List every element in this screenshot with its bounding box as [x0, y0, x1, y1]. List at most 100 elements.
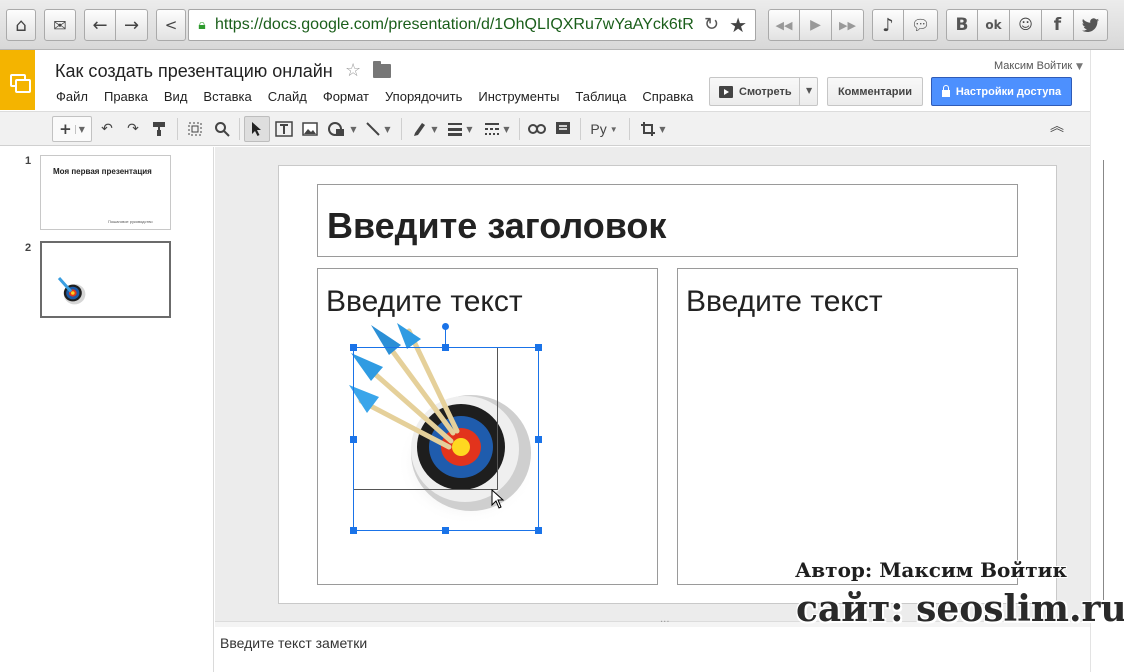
folder-icon[interactable]	[373, 61, 391, 78]
menu-view[interactable]: Вид	[164, 89, 188, 104]
play-icon[interactable]: ▶	[800, 9, 832, 41]
present-label: Смотреть	[739, 85, 792, 98]
document-title[interactable]: Как создать презентацию онлайн	[55, 61, 333, 82]
border-color-icon[interactable]: ▼	[408, 116, 442, 142]
language-label: Ру	[590, 121, 607, 137]
scrollbar-track	[1103, 160, 1104, 600]
lock-icon	[941, 84, 950, 97]
home-icon[interactable]: ⌂	[6, 9, 36, 41]
chat-icon[interactable]: 💬︎	[904, 9, 938, 41]
dartboard-image	[57, 277, 86, 305]
mouse-cursor-icon	[491, 489, 505, 509]
chevron-down-icon[interactable]: ▼	[1076, 62, 1083, 72]
vk-label: B	[955, 15, 969, 35]
rewind-icon[interactable]: ◀◀	[768, 9, 800, 41]
chevron-down-icon[interactable]: ▼	[806, 86, 812, 95]
resize-handle[interactable]	[442, 527, 449, 534]
watermark-site: сайт: seoslim.ru	[796, 588, 1124, 630]
menu-file[interactable]: Файл	[56, 89, 88, 104]
user-account[interactable]: Максим Войтик	[994, 60, 1072, 72]
new-slide-icon[interactable]: + ▼	[52, 116, 92, 142]
slides-panel: 1 Моя первая презентация Пошаговое руков…	[0, 147, 214, 672]
vk-icon[interactable]: B	[946, 9, 978, 41]
share-icon[interactable]: <	[156, 9, 186, 41]
forward-icon[interactable]: →	[116, 9, 148, 41]
menu-table[interactable]: Таблица	[575, 89, 626, 104]
paint-format-icon[interactable]	[149, 116, 169, 142]
menu-tools[interactable]: Инструменты	[478, 89, 559, 104]
star-icon[interactable]: ☆	[345, 60, 361, 81]
title-placeholder[interactable]: Введите заголовок	[317, 184, 1018, 257]
body-placeholder-right[interactable]: Введите текст	[677, 268, 1018, 585]
slides-logo[interactable]	[0, 50, 35, 110]
resize-handle[interactable]	[350, 527, 357, 534]
zoom-icon[interactable]	[211, 116, 233, 142]
resize-handle[interactable]	[535, 527, 542, 534]
star-icon[interactable]: ★	[729, 13, 747, 37]
speaker-notes-input[interactable]: Введите текст заметки	[220, 635, 367, 651]
facebook-icon[interactable]: f	[1042, 9, 1074, 41]
menu-format[interactable]: Формат	[323, 89, 369, 104]
scrollbar[interactable]	[1090, 50, 1124, 672]
grip-icon[interactable]: ···	[660, 617, 670, 628]
menu-insert[interactable]: Вставка	[203, 89, 251, 104]
slide-number: 1	[25, 155, 32, 167]
menu-edit[interactable]: Правка	[104, 89, 148, 104]
resize-handle[interactable]	[535, 436, 542, 443]
menu-help[interactable]: Справка	[642, 89, 693, 104]
music-icon[interactable]: ♪	[872, 9, 904, 41]
resize-handle[interactable]	[535, 344, 542, 351]
menu-arrange[interactable]: Упорядочить	[385, 89, 462, 104]
slide-thumbnail-2[interactable]	[40, 241, 171, 318]
undo-icon[interactable]: ↶	[97, 116, 117, 142]
collapse-icon[interactable]: ︽	[1050, 116, 1068, 138]
url-text[interactable]: https://docs.google.com/presentation/d/1…	[215, 16, 705, 34]
title-placeholder-text: Введите заголовок	[327, 205, 667, 246]
share-button[interactable]: Настройки доступа	[931, 77, 1072, 106]
resize-handle[interactable]	[350, 436, 357, 443]
mail-icon[interactable]: ✉	[44, 9, 76, 41]
fast-forward-icon[interactable]: ▶▶	[832, 9, 864, 41]
zoom-fit-icon[interactable]	[184, 116, 206, 142]
crop-icon[interactable]: ▼	[636, 116, 670, 142]
selection-box	[353, 347, 539, 531]
body-placeholder-text: Введите текст	[686, 285, 883, 318]
comment-icon[interactable]	[552, 116, 574, 142]
resize-handle[interactable]	[350, 344, 357, 351]
fb-label: f	[1053, 15, 1062, 35]
slide-thumbnail-1[interactable]: Моя первая презентация Пошаговое руковод…	[40, 155, 171, 230]
editing-toolbar: + ▼ ↶ ↷ ▼ ▼ ▼ ▼ ▼ Ру ▼ ▼	[0, 111, 1090, 146]
present-icon	[719, 85, 733, 98]
odnoklassniki-icon[interactable]: ok	[978, 9, 1010, 41]
textbox-icon[interactable]	[273, 116, 295, 142]
watermark-author: Автор: Максим Войтик	[795, 558, 1067, 582]
shape-icon[interactable]: ▼	[324, 116, 360, 142]
comments-button[interactable]: Комментарии	[827, 77, 923, 106]
border-dash-icon[interactable]: ▼	[480, 116, 514, 142]
twitter-icon[interactable]	[1074, 9, 1108, 41]
menu-bar: Файл Правка Вид Вставка Слайд Формат Упо…	[56, 89, 709, 104]
slide-canvas[interactable]: Введите заголовок Введите текст Введите …	[278, 165, 1057, 604]
reload-icon[interactable]: ↻	[704, 14, 719, 35]
rotation-handle[interactable]	[442, 323, 449, 330]
resize-handle[interactable]	[442, 344, 449, 351]
select-icon[interactable]	[244, 116, 270, 142]
friends-icon[interactable]: ☺	[1010, 9, 1042, 41]
url-field[interactable]: 🔒︎ https://docs.google.com/presentation/…	[188, 9, 756, 41]
slide-number: 2	[25, 242, 32, 254]
border-weight-icon[interactable]: ▼	[443, 116, 477, 142]
browser-toolbar: ⌂ ✉ ← → < 🔒︎ https://docs.google.com/pre…	[0, 0, 1124, 50]
lock-icon: 🔒︎	[198, 17, 206, 33]
thumbnail-subtitle: Пошаговое руководство	[108, 219, 153, 224]
share-label: Настройки доступа	[955, 85, 1062, 98]
thumbnail-title: Моя первая презентация	[53, 167, 152, 176]
menu-slide[interactable]: Слайд	[268, 89, 307, 104]
line-icon[interactable]: ▼	[362, 116, 394, 142]
back-icon[interactable]: ←	[84, 9, 116, 41]
link-icon[interactable]	[525, 116, 549, 142]
language-select[interactable]: Ру ▼	[586, 116, 622, 142]
redo-icon[interactable]: ↷	[123, 116, 143, 142]
present-button[interactable]: Смотреть ▼	[709, 77, 818, 106]
image-icon[interactable]	[299, 116, 321, 142]
ok-label: ok	[985, 18, 1002, 32]
